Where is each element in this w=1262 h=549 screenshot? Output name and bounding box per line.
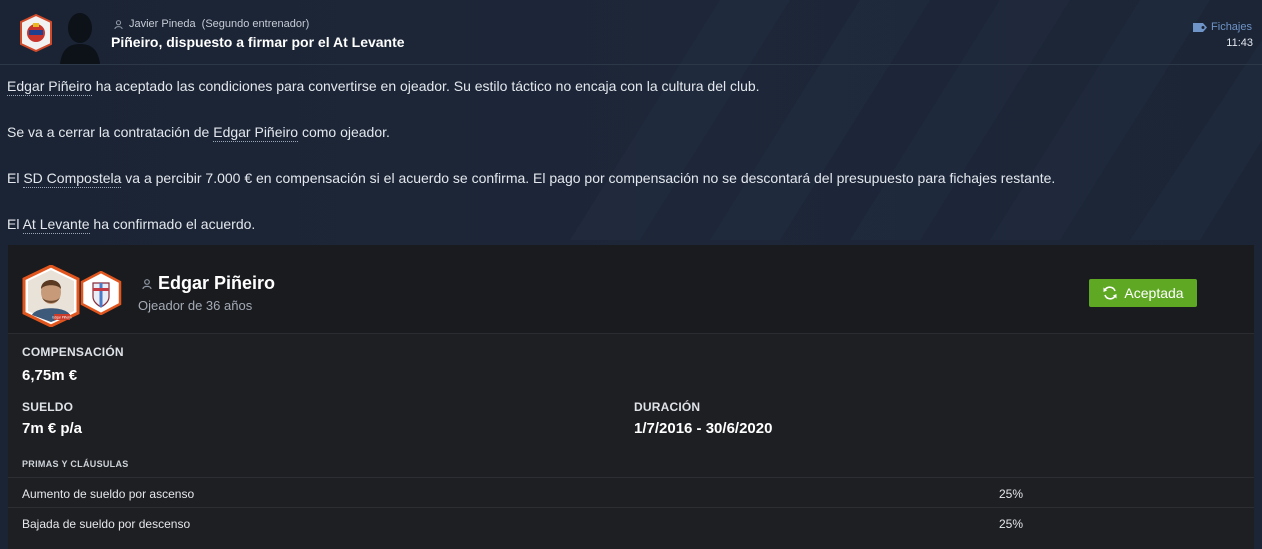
clause-name: Aumento de sueldo por ascenso (22, 487, 195, 501)
paragraph-3: El SD Compostela va a percibir 7.000 € e… (7, 170, 1056, 188)
salary-label: SUELDO (22, 400, 74, 414)
person-icon (142, 278, 152, 289)
contract-card-header: Edgar Piñeiro Edgar Piñeiro Ojeador de 3… (8, 245, 1254, 334)
paragraph-text: El (7, 216, 23, 232)
status-label: Aceptada (1124, 285, 1184, 301)
paragraph-1: Edgar Piñeiro ha aceptado las condicione… (7, 78, 760, 96)
paragraph-text: Se va a cerrar la contratación de (7, 124, 214, 140)
photo-tag: Edgar Piñeiro (52, 316, 72, 320)
paragraph-text: El (7, 170, 24, 186)
sender-role: (Segundo entrenador) (201, 18, 310, 30)
category-label: Fichajes (1211, 21, 1252, 33)
message-header: Javier Pineda (Segundo entrenador) Piñei… (0, 0, 1262, 65)
paragraph-4: El At Levante ha confirmado el acuerdo. (7, 216, 256, 234)
salary-value: 7m € p/a (22, 420, 83, 437)
paragraph-text: como ojeador. (298, 124, 390, 140)
person-silhouette-icon (60, 13, 100, 64)
clause-value: 25% (999, 517, 1024, 531)
paragraph-text: ha confirmado el acuerdo. (89, 216, 256, 232)
category-link[interactable]: Fichajes (1193, 21, 1252, 33)
player-subtitle: Ojeador de 36 años (138, 298, 253, 313)
clause-row: Bajada de sueldo por descenso 25% (8, 507, 1254, 538)
paragraph-text: ha aceptado las condiciones para convert… (91, 78, 760, 94)
news-item-view: Javier Pineda (Segundo entrenador) Piñei… (0, 0, 1262, 549)
refresh-icon (1103, 286, 1117, 300)
message-time: 11:43 (1226, 37, 1253, 49)
player-link[interactable]: Edgar Piñeiro (213, 124, 299, 142)
duration-label: DURACIÓN (634, 400, 701, 414)
sender-info: Javier Pineda (Segundo entrenador) (114, 18, 309, 30)
compensation-value: 6,75m € (22, 367, 78, 384)
player-name-row: Edgar Piñeiro (142, 273, 275, 294)
club-link[interactable]: SD Compostela (23, 170, 122, 188)
status-button[interactable]: Aceptada (1089, 279, 1197, 307)
player-name[interactable]: Edgar Piñeiro (158, 273, 275, 294)
team-crest-icon[interactable] (80, 271, 122, 315)
paragraph-2: Se va a cerrar la contratación de Edgar … (7, 124, 390, 142)
clause-value: 25% (999, 487, 1024, 501)
paragraph-text: va a percibir 7.000 € en compensación si… (121, 170, 1056, 186)
player-link[interactable]: Edgar Piñeiro (7, 78, 92, 96)
tag-icon (1193, 22, 1208, 32)
compensation-label: COMPENSACIÓN (22, 345, 124, 359)
message-subject: Piñeiro, dispuesto a firmar por el At Le… (111, 34, 405, 50)
duration-value: 1/7/2016 - 30/6/2020 (634, 420, 773, 437)
club-crest-icon (20, 14, 52, 52)
club-link[interactable]: At Levante (22, 216, 90, 234)
person-icon (114, 19, 123, 29)
sender-name[interactable]: Javier Pineda (129, 18, 196, 30)
clause-name: Bajada de sueldo por descenso (22, 517, 191, 531)
clause-row: Aumento de sueldo por ascenso 25% (8, 477, 1254, 508)
contract-card: Edgar Piñeiro Edgar Piñeiro Ojeador de 3… (8, 245, 1254, 549)
clauses-label: PRIMAS Y CLÁUSULAS (22, 459, 129, 469)
player-photo[interactable]: Edgar Piñeiro (22, 265, 80, 327)
